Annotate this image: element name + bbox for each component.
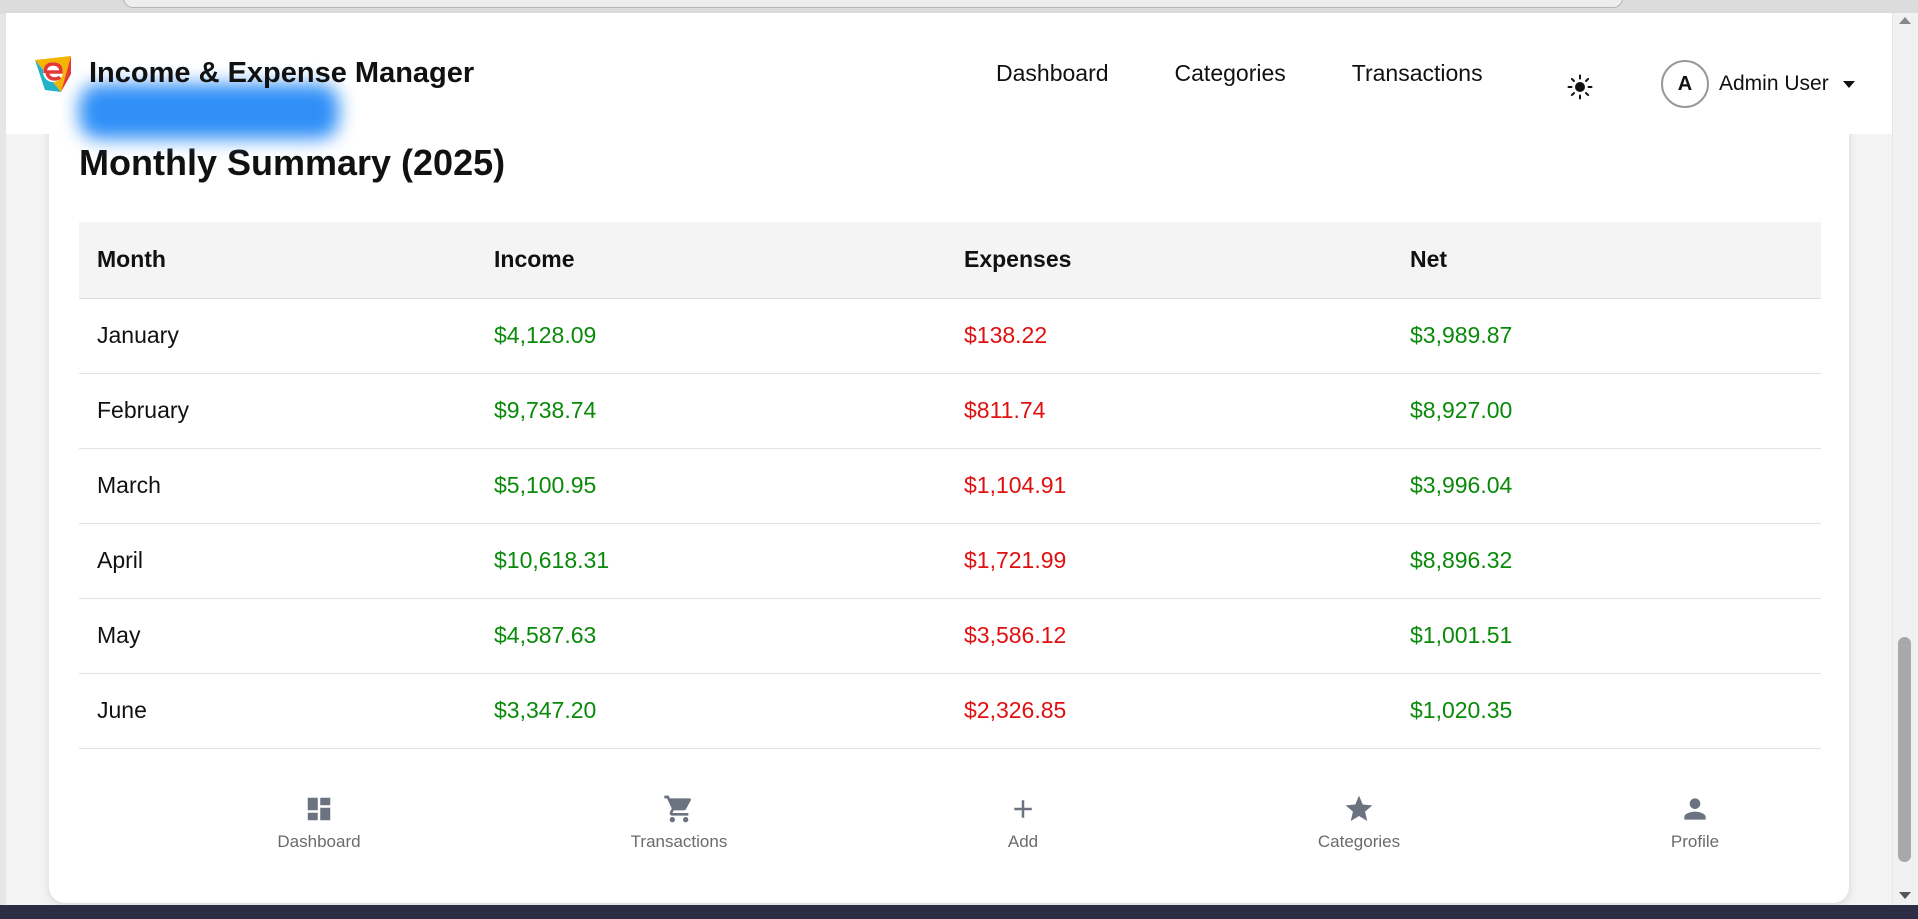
cell-net: $8,896.32 [1392, 523, 1821, 599]
table-row: April $10,618.31 $1,721.99 $8,896.32 [79, 523, 1821, 599]
browser-top-strip [0, 0, 1918, 14]
cell-month: April [79, 523, 476, 599]
taskbar-edge [0, 905, 1918, 919]
bottom-nav-label: Transactions [630, 832, 728, 851]
table-header-row: Month Income Expenses Net [79, 222, 1821, 299]
top-navbar: Income & Expense Manager Dashboard Categ… [6, 13, 1892, 139]
bottom-nav-add[interactable]: Add [923, 792, 1123, 852]
cart-icon [662, 792, 696, 826]
cell-expenses: $811.74 [946, 373, 1392, 449]
cell-net: $3,989.87 [1392, 298, 1821, 374]
app-title: Income & Expense Manager [89, 57, 475, 89]
cell-month: May [79, 598, 476, 674]
cell-expenses: $2,326.85 [946, 673, 1392, 749]
monthly-summary-table: Month Income Expenses Net January $4,128… [79, 222, 1821, 749]
cell-income: $5,100.95 [476, 448, 946, 524]
dashboard-icon [302, 792, 336, 826]
brand[interactable]: Income & Expense Manager [31, 52, 475, 139]
cell-expenses: $1,721.99 [946, 523, 1392, 599]
bottom-nav-label: Dashboard [277, 832, 361, 851]
avatar: A [1661, 60, 1709, 108]
vertical-scrollbar[interactable] [1893, 13, 1918, 905]
plus-icon [1006, 792, 1040, 826]
cell-income: $9,738.74 [476, 373, 946, 449]
sun-icon [1567, 74, 1593, 100]
bottom-nav-profile[interactable]: Profile [1595, 792, 1795, 852]
user-menu[interactable]: A Admin User [1661, 60, 1855, 108]
cell-net: $3,996.04 [1392, 448, 1821, 524]
bottom-nav-label: Categories [1317, 832, 1401, 851]
scrollbar-thumb[interactable] [1898, 637, 1911, 862]
bottom-nav-label: Profile [1670, 832, 1720, 851]
nav-link-transactions[interactable]: Transactions [1352, 60, 1483, 87]
cell-income: $10,618.31 [476, 523, 946, 599]
nav-link-categories[interactable]: Categories [1175, 60, 1286, 87]
bottom-nav-dashboard[interactable]: Dashboard [219, 792, 419, 852]
cell-month: March [79, 448, 476, 524]
cell-net: $8,927.00 [1392, 373, 1821, 449]
app-logo-icon [35, 55, 71, 92]
bottom-nav-categories[interactable]: Categories [1259, 792, 1459, 852]
column-header-net: Net [1392, 222, 1821, 299]
cell-income: $4,587.63 [476, 598, 946, 674]
column-header-income: Income [476, 222, 946, 299]
cell-expenses: $1,104.91 [946, 448, 1392, 524]
cell-net: $1,001.51 [1392, 598, 1821, 674]
person-icon [1678, 792, 1712, 826]
column-header-expenses: Expenses [946, 222, 1392, 299]
table-row: February $9,738.74 $811.74 $8,927.00 [79, 373, 1821, 449]
column-header-month: Month [79, 222, 476, 299]
cell-month: January [79, 298, 476, 374]
scroll-up-arrow-icon[interactable] [1899, 17, 1911, 24]
table-row: March $5,100.95 $1,104.91 $3,996.04 [79, 448, 1821, 524]
theme-toggle-button[interactable] [1563, 70, 1597, 104]
chevron-down-icon [1842, 80, 1855, 88]
nav-links: Dashboard Categories Transactions [996, 13, 1549, 134]
star-icon [1342, 792, 1376, 826]
brand-highlight [79, 83, 339, 139]
page-title: Monthly Summary (2025) [79, 142, 506, 183]
cell-income: $3,347.20 [476, 673, 946, 749]
cell-expenses: $138.22 [946, 298, 1392, 374]
cell-month: February [79, 373, 476, 449]
cell-net: $1,020.35 [1392, 673, 1821, 749]
bottom-nav-label: Add [1007, 832, 1039, 851]
table-row: January $4,128.09 $138.22 $3,989.87 [79, 298, 1821, 374]
address-bar[interactable] [123, 0, 1623, 8]
cell-income: $4,128.09 [476, 298, 946, 374]
cell-month: June [79, 673, 476, 749]
bottom-nav: Dashboard Transactions Add Categories Pr… [49, 760, 1849, 890]
user-name: Admin User [1719, 72, 1829, 95]
table-row: June $3,347.20 $2,326.85 $1,020.35 [79, 673, 1821, 749]
bottom-nav-transactions[interactable]: Transactions [579, 792, 779, 852]
scroll-down-arrow-icon[interactable] [1899, 892, 1911, 899]
nav-link-dashboard[interactable]: Dashboard [996, 60, 1109, 87]
table-row: May $4,587.63 $3,586.12 $1,001.51 [79, 598, 1821, 674]
cell-expenses: $3,586.12 [946, 598, 1392, 674]
